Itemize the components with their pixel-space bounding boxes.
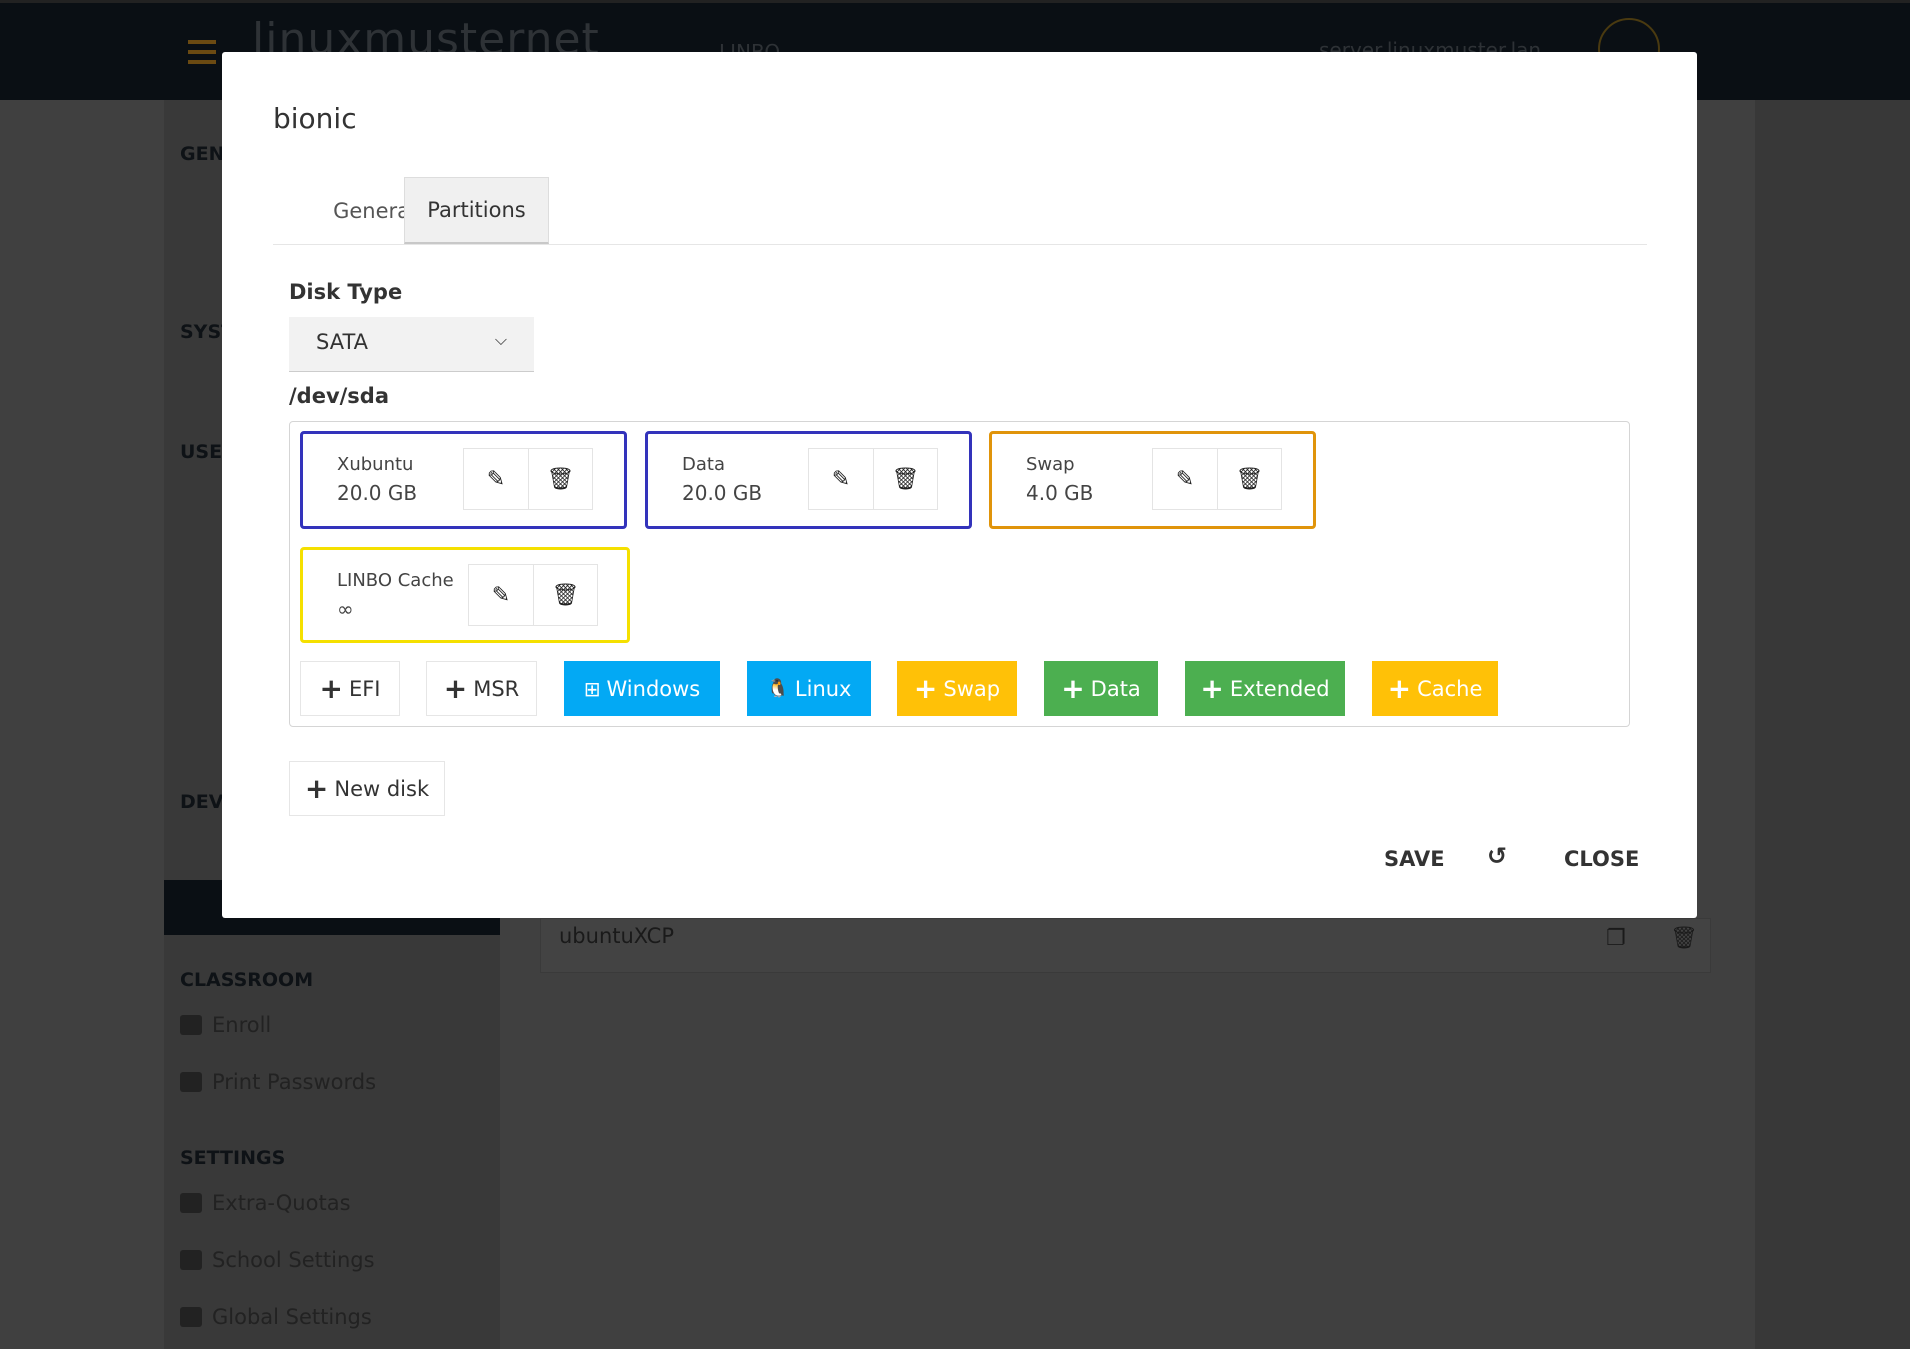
trash-icon[interactable]: 🗑 — [528, 449, 592, 509]
plus-icon: + — [443, 672, 468, 705]
button-label: New disk — [334, 776, 430, 801]
sidebar-item-label: Global Settings — [212, 1305, 372, 1329]
add-efi-button[interactable]: + EFI — [300, 661, 400, 716]
copy-icon[interactable]: ❐ — [1606, 926, 1626, 951]
config-row — [540, 918, 1711, 973]
edit-icon[interactable]: ✎ — [464, 449, 528, 509]
button-label: Windows — [606, 676, 701, 701]
sidebar-item-enroll[interactable]: Enroll — [180, 1013, 271, 1037]
menu-icon[interactable] — [188, 40, 216, 64]
add-extended-button[interactable]: + Extended — [1185, 661, 1345, 716]
linux-icon: 🐧 — [766, 678, 789, 699]
close-button[interactable]: CLOSE — [1564, 847, 1639, 871]
disk-container: Xubuntu 20.0 GB ✎ 🗑 Data 20.0 GB ✎ 🗑 Swap 4.0… — [289, 421, 1630, 727]
add-data-button[interactable]: + Data — [1044, 661, 1158, 716]
add-linux-button[interactable]: 🐧 Linux — [747, 661, 871, 716]
windows-icon: ⊞ — [583, 676, 601, 701]
add-cache-button[interactable]: + Cache — [1372, 661, 1498, 716]
disk-type-label: Disk Type — [289, 280, 403, 304]
partition-card: Data 20.0 GB ✎ 🗑 — [645, 431, 972, 529]
device-label: /dev/sda — [289, 384, 390, 408]
disk-type-value: SATA — [316, 330, 369, 354]
trash-icon[interactable]: 🗑 — [1670, 926, 1698, 951]
add-swap-button[interactable]: + Swap — [897, 661, 1017, 716]
sidebar-item-extra-quotas[interactable]: Extra-Quotas — [180, 1191, 351, 1215]
sliders-icon — [180, 1250, 202, 1270]
button-label: Extended — [1229, 676, 1330, 701]
sidebar-item-label: Print Passwords — [212, 1070, 377, 1094]
trash-icon[interactable]: 🗑 — [1217, 449, 1281, 509]
partition-card: Xubuntu 20.0 GB ✎ 🗑 — [300, 431, 627, 529]
sidebar-item-school-settings[interactable]: School Settings — [180, 1248, 375, 1272]
pie-chart-icon — [180, 1193, 202, 1213]
add-windows-button[interactable]: ⊞ Windows — [564, 661, 720, 716]
key-icon — [180, 1072, 202, 1092]
plus-icon: + — [319, 672, 343, 705]
sidebar-item-print-passwords[interactable]: Print Passwords — [180, 1070, 376, 1094]
plus-icon: + — [1061, 672, 1085, 705]
cogs-icon — [180, 1307, 202, 1327]
trash-icon[interactable]: 🗑 — [533, 565, 597, 625]
sidebar-item-label: School Settings — [212, 1248, 375, 1272]
button-label: MSR — [473, 676, 520, 701]
button-label: Linux — [794, 676, 852, 701]
chevron-down-icon: ⌵ — [494, 330, 507, 349]
sidebar-item-label: Enroll — [212, 1013, 272, 1037]
add-msr-button[interactable]: + MSR — [426, 661, 537, 716]
button-label: Data — [1090, 676, 1141, 701]
button-label: Swap — [943, 676, 1001, 701]
save-button[interactable]: SAVE — [1384, 847, 1445, 871]
edit-icon[interactable]: ✎ — [1153, 449, 1217, 509]
disk-type-select[interactable]: SATA ⌵ — [289, 317, 534, 372]
edit-icon — [180, 1015, 202, 1035]
modal-title: bionic — [273, 102, 357, 135]
edit-icon[interactable]: ✎ — [809, 449, 873, 509]
plus-icon: + — [304, 772, 329, 805]
plus-icon: + — [1387, 672, 1412, 705]
edit-icon[interactable]: ✎ — [469, 565, 533, 625]
plus-icon: + — [913, 672, 938, 705]
sidebar-item-label: Extra-Quotas — [212, 1191, 351, 1215]
sidebar-item-global-settings[interactable]: Global Settings — [180, 1305, 372, 1329]
button-label: Cache — [1417, 676, 1483, 701]
partition-card: Swap 4.0 GB ✎ 🗑 — [989, 431, 1316, 529]
partition-card: LINBO Cache ∞ ✎ 🗑 — [300, 547, 630, 643]
trash-icon[interactable]: 🗑 — [873, 449, 937, 509]
plus-icon: + — [1200, 672, 1224, 705]
tab-divider — [273, 244, 1647, 245]
right-column — [1755, 100, 1910, 1349]
button-label: EFI — [348, 676, 381, 701]
sidebar-section: CLASSROOM — [180, 969, 314, 991]
history-icon[interactable]: ↺ — [1487, 842, 1507, 870]
sidebar-section: SETTINGS — [180, 1147, 286, 1169]
tab-partitions[interactable]: Partitions — [404, 177, 549, 244]
new-disk-button[interactable]: + New disk — [289, 761, 445, 816]
modal-dialog: bionic General Partitions Disk Type SATA… — [222, 52, 1697, 918]
config-name[interactable]: ubuntuXCP — [559, 924, 674, 948]
